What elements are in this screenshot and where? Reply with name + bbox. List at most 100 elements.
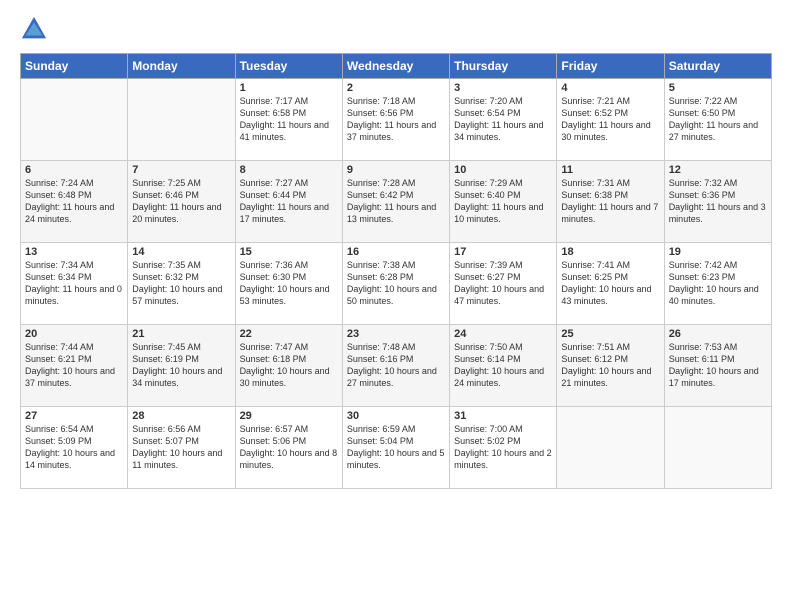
day-info: Sunrise: 7:31 AM Sunset: 6:38 PM Dayligh… (561, 177, 659, 226)
calendar-row-1: 6Sunrise: 7:24 AM Sunset: 6:48 PM Daylig… (21, 161, 772, 243)
calendar-cell: 14Sunrise: 7:35 AM Sunset: 6:32 PM Dayli… (128, 243, 235, 325)
calendar-table: SundayMondayTuesdayWednesdayThursdayFrid… (20, 53, 772, 489)
calendar-cell: 26Sunrise: 7:53 AM Sunset: 6:11 PM Dayli… (664, 325, 771, 407)
day-number: 17 (454, 246, 552, 258)
day-info: Sunrise: 7:17 AM Sunset: 6:58 PM Dayligh… (240, 95, 338, 144)
calendar-cell: 15Sunrise: 7:36 AM Sunset: 6:30 PM Dayli… (235, 243, 342, 325)
day-number: 4 (561, 82, 659, 94)
header (20, 15, 772, 43)
day-number: 15 (240, 246, 338, 258)
calendar-cell: 13Sunrise: 7:34 AM Sunset: 6:34 PM Dayli… (21, 243, 128, 325)
day-number: 10 (454, 164, 552, 176)
day-number: 11 (561, 164, 659, 176)
calendar-cell (21, 79, 128, 161)
day-number: 31 (454, 410, 552, 422)
day-number: 7 (132, 164, 230, 176)
day-number: 12 (669, 164, 767, 176)
day-info: Sunrise: 7:27 AM Sunset: 6:44 PM Dayligh… (240, 177, 338, 226)
day-number: 13 (25, 246, 123, 258)
day-info: Sunrise: 7:18 AM Sunset: 6:56 PM Dayligh… (347, 95, 445, 144)
calendar-row-2: 13Sunrise: 7:34 AM Sunset: 6:34 PM Dayli… (21, 243, 772, 325)
weekday-header-wednesday: Wednesday (342, 54, 449, 79)
calendar-cell: 10Sunrise: 7:29 AM Sunset: 6:40 PM Dayli… (450, 161, 557, 243)
calendar-cell: 7Sunrise: 7:25 AM Sunset: 6:46 PM Daylig… (128, 161, 235, 243)
calendar-cell: 12Sunrise: 7:32 AM Sunset: 6:36 PM Dayli… (664, 161, 771, 243)
day-number: 29 (240, 410, 338, 422)
day-info: Sunrise: 7:53 AM Sunset: 6:11 PM Dayligh… (669, 341, 767, 390)
day-number: 2 (347, 82, 445, 94)
calendar-cell: 20Sunrise: 7:44 AM Sunset: 6:21 PM Dayli… (21, 325, 128, 407)
day-number: 18 (561, 246, 659, 258)
weekday-header-monday: Monday (128, 54, 235, 79)
day-info: Sunrise: 7:51 AM Sunset: 6:12 PM Dayligh… (561, 341, 659, 390)
weekday-header-thursday: Thursday (450, 54, 557, 79)
calendar-cell (664, 407, 771, 489)
day-info: Sunrise: 7:39 AM Sunset: 6:27 PM Dayligh… (454, 259, 552, 308)
weekday-header-friday: Friday (557, 54, 664, 79)
calendar-cell: 5Sunrise: 7:22 AM Sunset: 6:50 PM Daylig… (664, 79, 771, 161)
day-number: 3 (454, 82, 552, 94)
calendar-cell: 18Sunrise: 7:41 AM Sunset: 6:25 PM Dayli… (557, 243, 664, 325)
day-info: Sunrise: 6:59 AM Sunset: 5:04 PM Dayligh… (347, 423, 445, 472)
day-number: 19 (669, 246, 767, 258)
calendar-cell: 25Sunrise: 7:51 AM Sunset: 6:12 PM Dayli… (557, 325, 664, 407)
day-info: Sunrise: 7:21 AM Sunset: 6:52 PM Dayligh… (561, 95, 659, 144)
day-info: Sunrise: 7:28 AM Sunset: 6:42 PM Dayligh… (347, 177, 445, 226)
weekday-header-tuesday: Tuesday (235, 54, 342, 79)
day-number: 21 (132, 328, 230, 340)
day-number: 14 (132, 246, 230, 258)
day-number: 22 (240, 328, 338, 340)
day-info: Sunrise: 7:47 AM Sunset: 6:18 PM Dayligh… (240, 341, 338, 390)
day-number: 26 (669, 328, 767, 340)
calendar-cell: 16Sunrise: 7:38 AM Sunset: 6:28 PM Dayli… (342, 243, 449, 325)
day-number: 16 (347, 246, 445, 258)
calendar-cell: 3Sunrise: 7:20 AM Sunset: 6:54 PM Daylig… (450, 79, 557, 161)
day-info: Sunrise: 7:24 AM Sunset: 6:48 PM Dayligh… (25, 177, 123, 226)
day-info: Sunrise: 6:56 AM Sunset: 5:07 PM Dayligh… (132, 423, 230, 472)
calendar-row-0: 1Sunrise: 7:17 AM Sunset: 6:58 PM Daylig… (21, 79, 772, 161)
weekday-header-sunday: Sunday (21, 54, 128, 79)
day-info: Sunrise: 7:32 AM Sunset: 6:36 PM Dayligh… (669, 177, 767, 226)
weekday-header-row: SundayMondayTuesdayWednesdayThursdayFrid… (21, 54, 772, 79)
calendar-cell (128, 79, 235, 161)
day-info: Sunrise: 7:29 AM Sunset: 6:40 PM Dayligh… (454, 177, 552, 226)
logo (20, 15, 52, 43)
day-number: 24 (454, 328, 552, 340)
calendar-cell: 21Sunrise: 7:45 AM Sunset: 6:19 PM Dayli… (128, 325, 235, 407)
day-info: Sunrise: 7:20 AM Sunset: 6:54 PM Dayligh… (454, 95, 552, 144)
day-number: 23 (347, 328, 445, 340)
day-info: Sunrise: 7:00 AM Sunset: 5:02 PM Dayligh… (454, 423, 552, 472)
day-info: Sunrise: 7:35 AM Sunset: 6:32 PM Dayligh… (132, 259, 230, 308)
day-info: Sunrise: 7:48 AM Sunset: 6:16 PM Dayligh… (347, 341, 445, 390)
calendar-cell: 2Sunrise: 7:18 AM Sunset: 6:56 PM Daylig… (342, 79, 449, 161)
calendar-cell: 19Sunrise: 7:42 AM Sunset: 6:23 PM Dayli… (664, 243, 771, 325)
day-number: 9 (347, 164, 445, 176)
day-info: Sunrise: 7:45 AM Sunset: 6:19 PM Dayligh… (132, 341, 230, 390)
calendar-cell: 4Sunrise: 7:21 AM Sunset: 6:52 PM Daylig… (557, 79, 664, 161)
calendar-cell: 28Sunrise: 6:56 AM Sunset: 5:07 PM Dayli… (128, 407, 235, 489)
day-info: Sunrise: 7:38 AM Sunset: 6:28 PM Dayligh… (347, 259, 445, 308)
calendar-cell: 27Sunrise: 6:54 AM Sunset: 5:09 PM Dayli… (21, 407, 128, 489)
day-info: Sunrise: 7:42 AM Sunset: 6:23 PM Dayligh… (669, 259, 767, 308)
day-info: Sunrise: 7:34 AM Sunset: 6:34 PM Dayligh… (25, 259, 123, 308)
day-info: Sunrise: 6:57 AM Sunset: 5:06 PM Dayligh… (240, 423, 338, 472)
calendar-cell: 9Sunrise: 7:28 AM Sunset: 6:42 PM Daylig… (342, 161, 449, 243)
calendar-cell: 6Sunrise: 7:24 AM Sunset: 6:48 PM Daylig… (21, 161, 128, 243)
day-info: Sunrise: 7:44 AM Sunset: 6:21 PM Dayligh… (25, 341, 123, 390)
day-number: 27 (25, 410, 123, 422)
day-number: 6 (25, 164, 123, 176)
weekday-header-saturday: Saturday (664, 54, 771, 79)
day-info: Sunrise: 7:41 AM Sunset: 6:25 PM Dayligh… (561, 259, 659, 308)
day-number: 8 (240, 164, 338, 176)
day-number: 5 (669, 82, 767, 94)
day-info: Sunrise: 7:36 AM Sunset: 6:30 PM Dayligh… (240, 259, 338, 308)
calendar-cell (557, 407, 664, 489)
day-info: Sunrise: 7:25 AM Sunset: 6:46 PM Dayligh… (132, 177, 230, 226)
day-info: Sunrise: 7:22 AM Sunset: 6:50 PM Dayligh… (669, 95, 767, 144)
calendar-cell: 17Sunrise: 7:39 AM Sunset: 6:27 PM Dayli… (450, 243, 557, 325)
calendar-cell: 23Sunrise: 7:48 AM Sunset: 6:16 PM Dayli… (342, 325, 449, 407)
calendar-cell: 1Sunrise: 7:17 AM Sunset: 6:58 PM Daylig… (235, 79, 342, 161)
calendar-cell: 11Sunrise: 7:31 AM Sunset: 6:38 PM Dayli… (557, 161, 664, 243)
calendar-cell: 31Sunrise: 7:00 AM Sunset: 5:02 PM Dayli… (450, 407, 557, 489)
day-number: 25 (561, 328, 659, 340)
